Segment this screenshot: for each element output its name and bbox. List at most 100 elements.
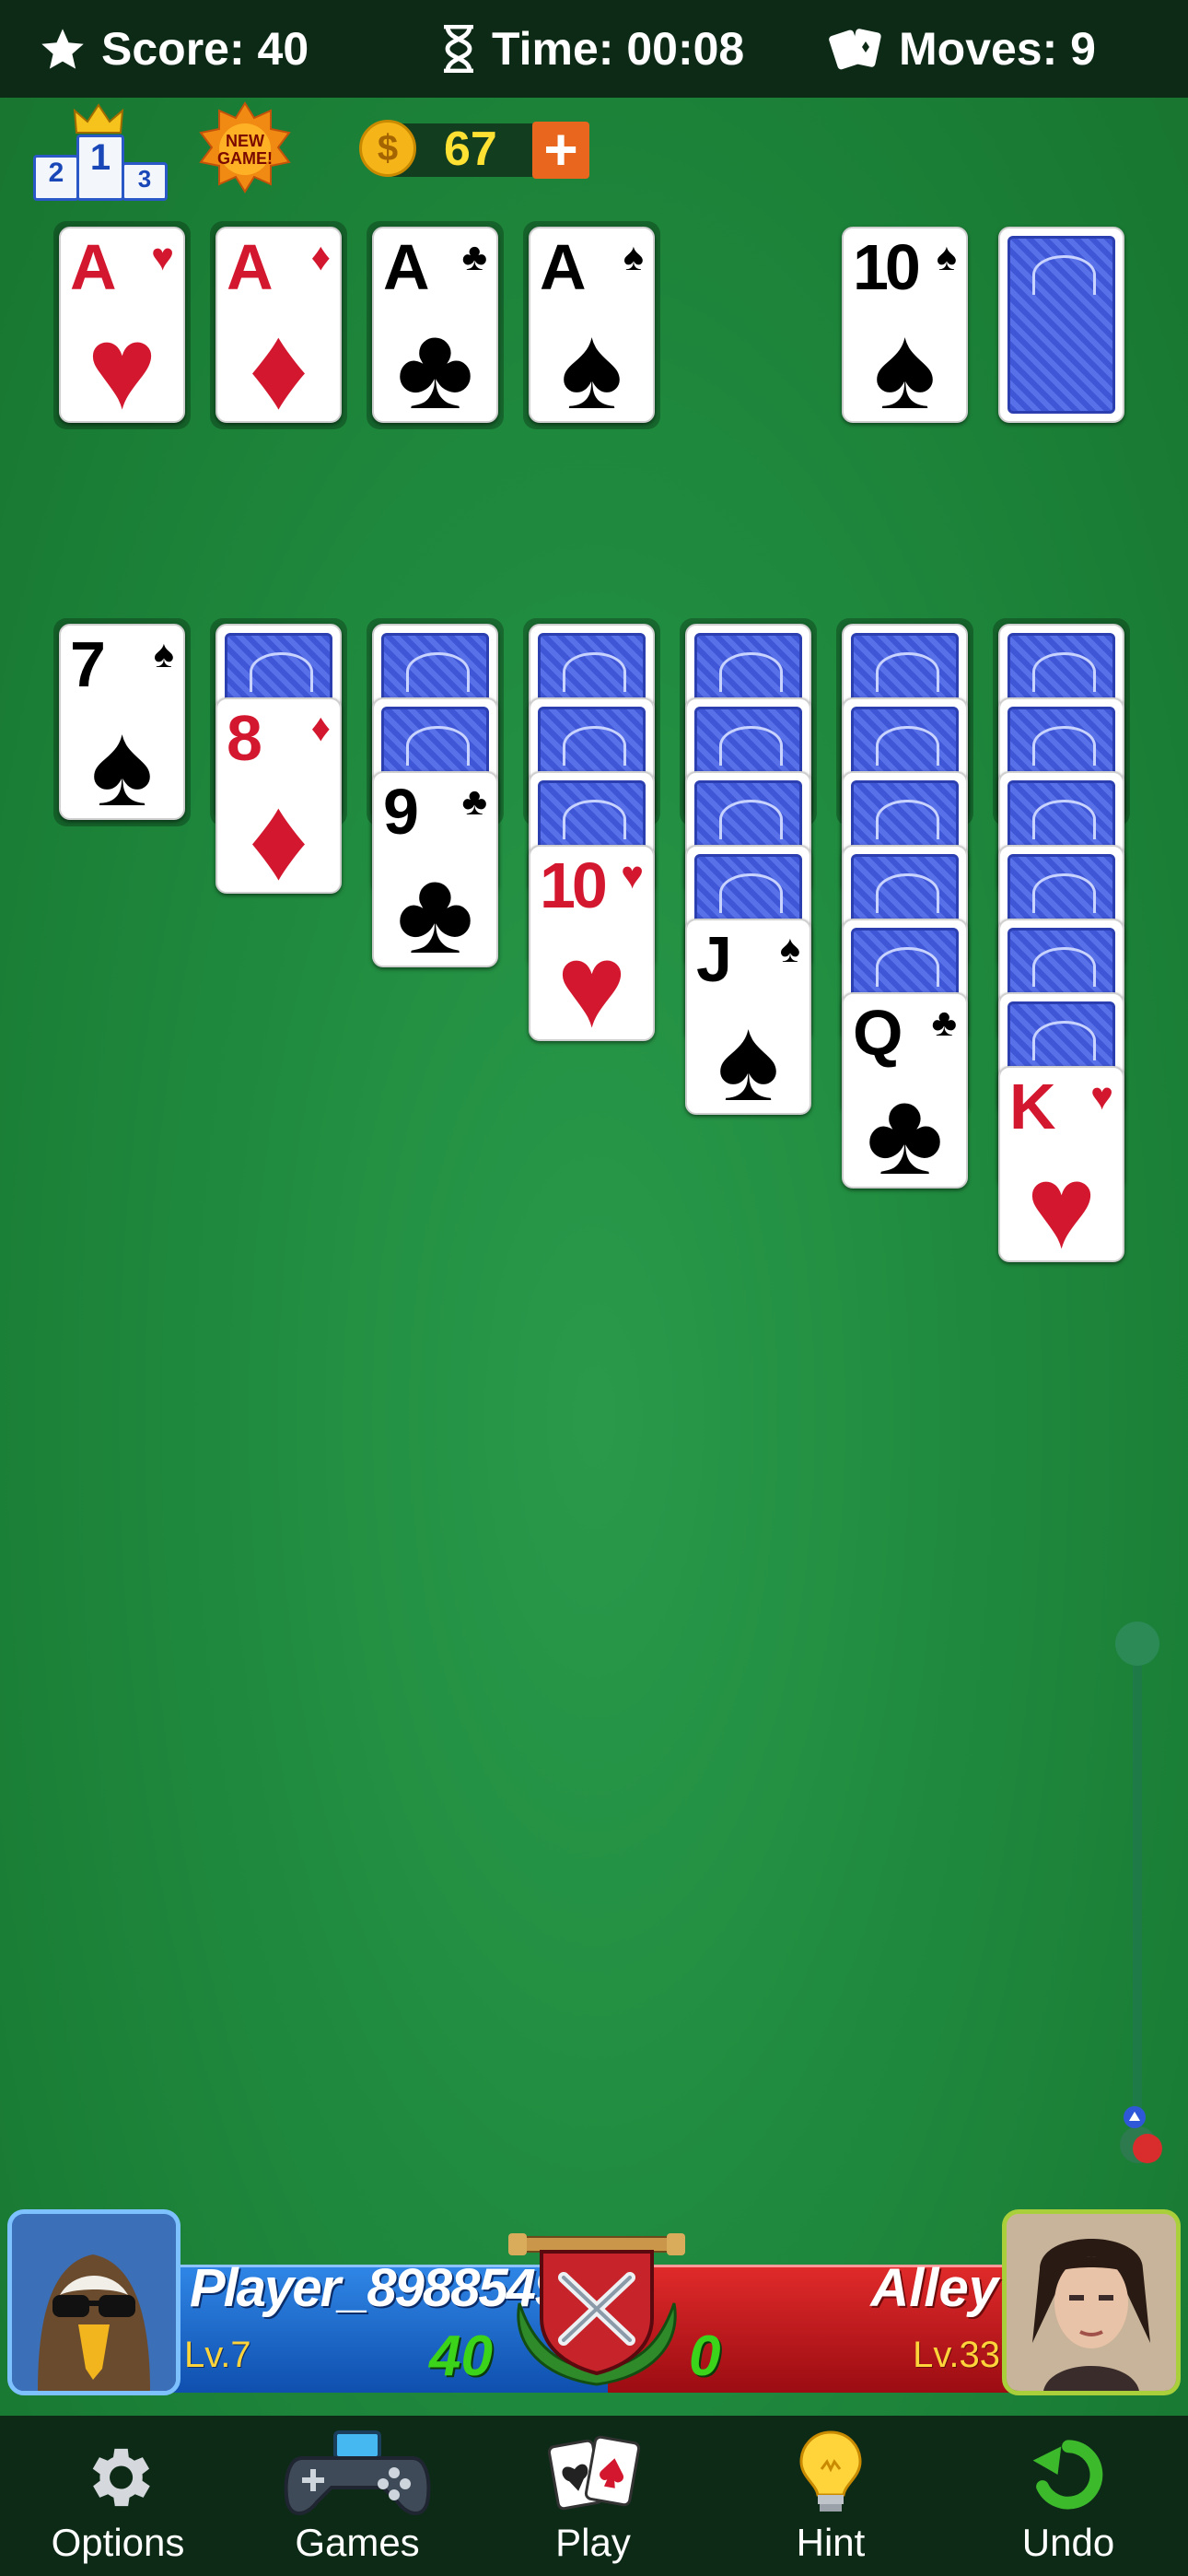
cards-icon bbox=[829, 29, 881, 70]
tableau-card[interactable]: K ♥ ♥ bbox=[998, 1066, 1124, 1262]
zoom-slider-track[interactable] bbox=[1133, 1642, 1142, 2158]
tableau-card-suit-small: ♥ bbox=[621, 853, 644, 896]
joystick-icon[interactable] bbox=[1111, 2101, 1166, 2165]
foundation-card-suit-large: ♠ bbox=[560, 302, 623, 423]
coin-amount: 67 bbox=[444, 123, 497, 176]
tableau-card-rank: 7 bbox=[70, 628, 106, 700]
foundation-card-rank: A bbox=[227, 231, 274, 303]
tableau-card-rank: 10 bbox=[540, 849, 608, 921]
hint-button[interactable]: Hint bbox=[739, 2416, 923, 2576]
moves-stat: Moves: 9 bbox=[829, 0, 1096, 98]
opponent-score: 0 bbox=[689, 2324, 721, 2388]
cards-icon bbox=[547, 2435, 641, 2511]
toolbar: 2 1 3 NEW GAME! $ 67 + bbox=[0, 98, 1188, 206]
new-game-button[interactable]: NEW GAME! bbox=[197, 100, 293, 199]
tableau-card-suit-large: ♠ bbox=[716, 994, 780, 1115]
player-avatar[interactable] bbox=[7, 2209, 181, 2395]
tableau-card[interactable]: 9 ♣ ♣ bbox=[372, 771, 498, 967]
options-label: Options bbox=[51, 2521, 185, 2564]
foundation-card-rank: A bbox=[540, 231, 587, 303]
moves-label: Moves: 9 bbox=[899, 23, 1096, 75]
tableau-card[interactable]: J ♠ ♠ bbox=[685, 919, 811, 1115]
options-button[interactable]: Options bbox=[26, 2416, 210, 2576]
new-game-label: NEW GAME! bbox=[217, 132, 273, 168]
lightbulb-icon bbox=[799, 2430, 862, 2512]
tableau-card-rank: 9 bbox=[383, 776, 419, 848]
tableau-card-suit-large: ♥ bbox=[1026, 1142, 1097, 1262]
tableau-card[interactable]: 8 ♦ ♦ bbox=[215, 697, 342, 894]
score-stat: Score: 40 bbox=[39, 0, 309, 98]
gear-icon bbox=[92, 2448, 150, 2507]
foundation-card-suit-small: ♥ bbox=[151, 235, 174, 278]
tableau-card-suit-small: ♥ bbox=[1090, 1074, 1113, 1118]
foundation-card[interactable]: A ♥ ♥ bbox=[59, 227, 185, 423]
status-bar: Score: 40 Time: 00:08 Moves: 9 bbox=[0, 0, 1188, 98]
tableau-card[interactable]: 10 ♥ ♥ bbox=[529, 845, 655, 1041]
card-back-pattern bbox=[1007, 236, 1115, 414]
tableau-card[interactable]: Q ♣ ♣ bbox=[842, 992, 968, 1188]
foundation-card-suit-large: ♣ bbox=[396, 302, 474, 423]
games-button[interactable]: Games bbox=[265, 2416, 449, 2576]
coin-counter: $ 67 + bbox=[359, 120, 589, 181]
opponent-avatar[interactable] bbox=[1002, 2209, 1181, 2395]
foundation-card-suit-large: ♦ bbox=[248, 302, 309, 423]
tableau-card-suit-small: ♣ bbox=[931, 1001, 957, 1044]
tableau-card-rank: Q bbox=[853, 997, 903, 1069]
tableau-card-suit-large: ♦ bbox=[248, 773, 309, 894]
player-level: Lv.7 bbox=[184, 2335, 251, 2375]
opponent-level: Lv.33 bbox=[913, 2335, 1000, 2375]
foundation-card[interactable]: A ♦ ♦ bbox=[215, 227, 342, 423]
tableau-card-suit-small: ♠ bbox=[779, 927, 800, 970]
undo-label: Undo bbox=[1021, 2521, 1115, 2564]
foundation-card-suit-small: ♣ bbox=[461, 235, 487, 278]
podium-first: 1 bbox=[76, 135, 124, 201]
time-label: Time: 00:08 bbox=[492, 23, 745, 75]
tableau-card-suit-large: ♥ bbox=[556, 920, 627, 1041]
tableau-card[interactable]: 7 ♠ ♠ bbox=[59, 624, 185, 820]
gamepad-icon bbox=[284, 2430, 431, 2515]
opponent-name: Alley bbox=[870, 2258, 998, 2318]
tableau-card-suit-large: ♠ bbox=[90, 699, 154, 820]
undo-button[interactable]: Undo bbox=[976, 2416, 1160, 2576]
bottom-navigation: Options Games Play Hint Undo bbox=[0, 2416, 1188, 2576]
tableau-card-suit-small: ♣ bbox=[461, 779, 487, 823]
foundation-card[interactable]: A ♣ ♣ bbox=[372, 227, 498, 423]
player-score: 40 bbox=[429, 2324, 493, 2388]
tableau-card-suit-large: ♣ bbox=[866, 1068, 944, 1188]
waste-card-suit-small: ♠ bbox=[936, 235, 957, 278]
stock-pile[interactable] bbox=[998, 227, 1124, 423]
versus-panel: Player_8988549 Lv.7 40 Alley Lv.33 0 bbox=[0, 2207, 1188, 2414]
crossed-swords-shield-icon bbox=[508, 2233, 685, 2386]
waste-card-suit-large: ♠ bbox=[873, 302, 937, 423]
portrait-avatar-icon bbox=[1007, 2214, 1176, 2391]
tableau-card-rank: K bbox=[1009, 1071, 1056, 1142]
tableau-card-suit-small: ♠ bbox=[153, 632, 174, 675]
tableau-card-suit-large: ♣ bbox=[396, 847, 474, 967]
foundation-card-suit-large: ♥ bbox=[87, 302, 157, 423]
hint-label: Hint bbox=[796, 2521, 866, 2564]
undo-icon bbox=[1032, 2440, 1103, 2510]
tableau-card-rank: J bbox=[696, 923, 732, 995]
podium-third: 3 bbox=[122, 162, 168, 201]
tableau-card-suit-small: ♦ bbox=[310, 706, 331, 749]
zoom-slider-handle[interactable] bbox=[1115, 1622, 1159, 1666]
time-stat: Time: 00:08 bbox=[440, 0, 744, 98]
leaderboard-button[interactable]: 2 1 3 bbox=[29, 103, 168, 201]
foundation-card-suit-small: ♦ bbox=[310, 235, 331, 278]
podium-second: 2 bbox=[33, 155, 79, 201]
star-icon bbox=[41, 29, 84, 69]
waste-card[interactable]: 10 ♠ ♠ bbox=[842, 227, 968, 423]
foundation-card-rank: A bbox=[383, 231, 430, 303]
eagle-avatar-icon bbox=[12, 2214, 176, 2391]
waste-card-rank: 10 bbox=[853, 231, 921, 303]
add-coins-button[interactable]: + bbox=[532, 120, 589, 179]
tableau-card-rank: 8 bbox=[227, 702, 262, 774]
score-label: Score: 40 bbox=[101, 23, 309, 75]
foundation-card-rank: A bbox=[70, 231, 117, 303]
crown-icon bbox=[73, 103, 124, 134]
hourglass-icon bbox=[444, 25, 473, 73]
play-label: Play bbox=[555, 2521, 631, 2564]
games-label: Games bbox=[295, 2521, 420, 2564]
foundation-card[interactable]: A ♠ ♠ bbox=[529, 227, 655, 423]
play-button[interactable]: Play bbox=[501, 2416, 685, 2576]
